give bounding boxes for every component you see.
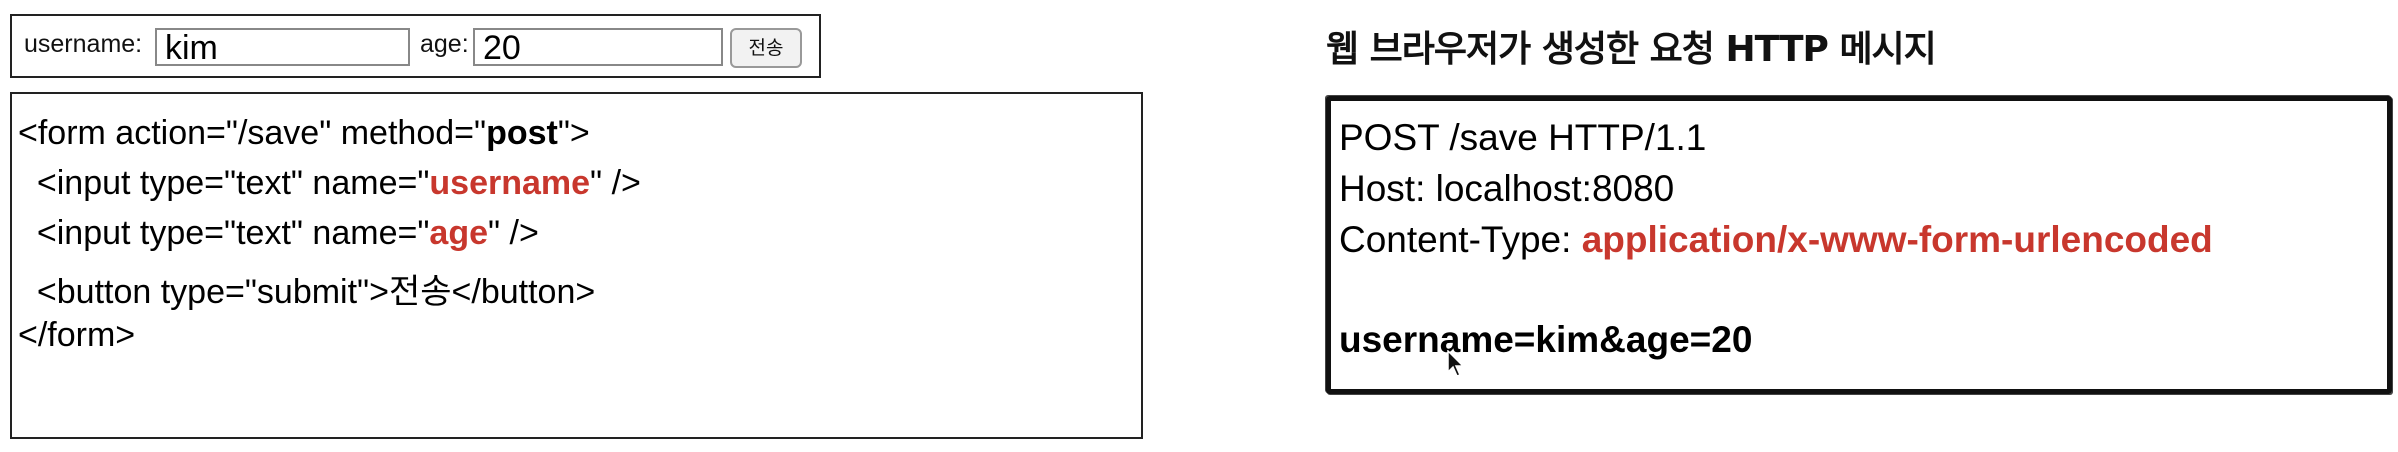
- content-type-value: application/x-www-form-urlencoded: [1581, 219, 2213, 260]
- code-text: <form action="/save" method=": [18, 114, 487, 152]
- mouse-pointer-icon: [1447, 350, 1465, 377]
- username-label: username:: [24, 30, 143, 58]
- http-request-line: POST /save HTTP/1.1: [1339, 117, 1707, 158]
- code-text: <input type="text" name=": [18, 164, 430, 202]
- code-text: ">: [557, 114, 590, 152]
- http-body: username=kim&age=20: [1339, 319, 1753, 360]
- code-line-age-input: <input type="text" name="age" />: [18, 214, 539, 253]
- code-line-form: <form action="/save" method="post">: [18, 114, 590, 153]
- code-username-name: username: [429, 164, 591, 202]
- http-content-type-header: Content-Type: application/x-www-form-url…: [1339, 219, 2213, 261]
- code-method-value: post: [486, 114, 558, 152]
- code-line-username-input: <input type="text" name="username" />: [18, 164, 641, 203]
- age-input[interactable]: 20: [473, 28, 723, 66]
- http-host-header: Host: localhost:8080: [1339, 168, 1675, 209]
- code-text: <input type="text" name=": [18, 214, 430, 252]
- code-text: " />: [488, 214, 539, 252]
- username-input[interactable]: kim: [155, 28, 410, 66]
- submit-button[interactable]: 전송: [730, 28, 802, 68]
- age-label: age:: [420, 30, 469, 58]
- html-source-panel: <form action="/save" method="post"> <inp…: [10, 92, 1143, 439]
- http-message-title: 웹 브라우저가 생성한 요청 HTTP 메시지: [1326, 29, 1937, 70]
- code-age-name: age: [429, 214, 488, 252]
- code-line-button: <button type="submit">전송</button>: [18, 273, 596, 311]
- content-type-label: Content-Type:: [1339, 219, 1582, 260]
- code-text: " />: [590, 164, 641, 202]
- http-message-panel: POST /save HTTP/1.1 Host: localhost:8080…: [1326, 96, 2392, 394]
- rendered-form: username: kim age: 20 전송: [10, 14, 821, 78]
- code-line-form-close: </form>: [18, 316, 136, 354]
